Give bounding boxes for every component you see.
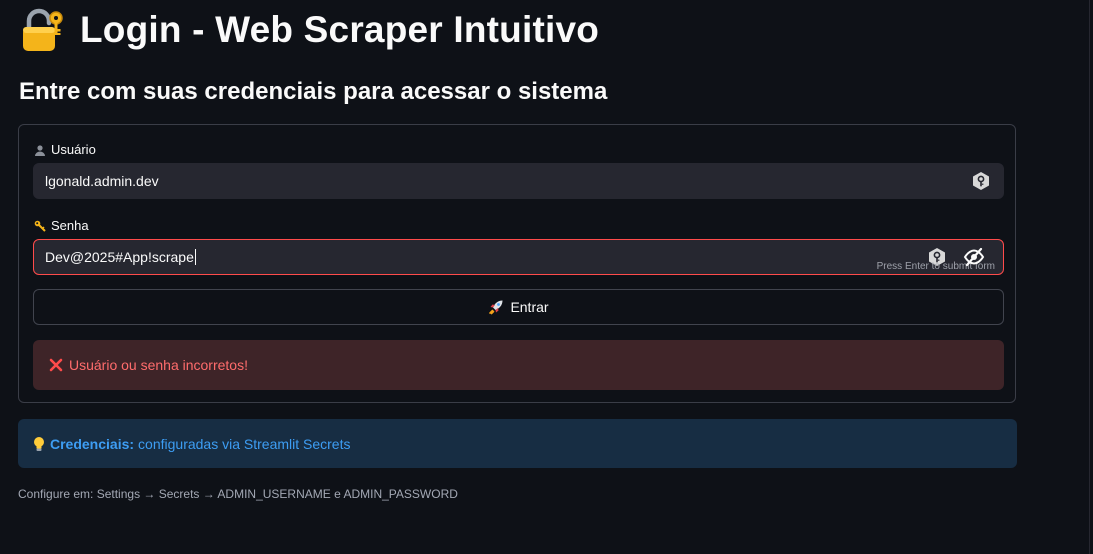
page-title: Login - Web Scraper Intuitivo	[80, 9, 600, 50]
password-value: Dev@2025#App!scrape	[45, 249, 196, 265]
scrollbar-divider	[1089, 0, 1090, 554]
info-alert: Credenciais: configuradas via Streamlit …	[18, 419, 1017, 468]
username-label: Usuário	[34, 142, 96, 157]
text-caret	[194, 249, 196, 265]
bust-in-silhouette-icon	[34, 144, 46, 156]
username-field[interactable]: lgonald.admin.dev	[33, 163, 1004, 199]
info-strong: Credenciais:	[50, 435, 135, 452]
login-page: Login - Web Scraper Intuitivo Entre com …	[0, 0, 1093, 554]
cross-mark-icon	[49, 358, 63, 372]
page-header: Login - Web Scraper Intuitivo	[20, 6, 599, 54]
password-text: Dev@2025#App!scrape	[45, 249, 194, 265]
rocket-icon	[488, 299, 504, 315]
key-icon	[34, 220, 46, 232]
password-field[interactable]: Dev@2025#App!scrape Press Enter to submi…	[33, 239, 1004, 275]
password-label-text: Senha	[51, 218, 89, 233]
error-message: Usuário ou senha incorretos!	[69, 357, 248, 373]
submit-button-label: Entrar	[510, 299, 549, 315]
password-label: Senha	[34, 218, 89, 233]
password-manager-key-icon[interactable]	[971, 171, 991, 191]
username-label-text: Usuário	[51, 142, 96, 157]
info-text: configuradas via Streamlit Secrets	[138, 435, 351, 452]
submit-button[interactable]: Entrar	[33, 289, 1004, 325]
page-subtitle: Entre com suas credenciais para acessar …	[19, 78, 608, 105]
config-caption: Configure em: Settings → Secrets → ADMIN…	[18, 487, 458, 501]
light-bulb-icon	[32, 436, 46, 452]
login-form: Usuário lgonald.admin.dev Senha Dev@2025…	[18, 124, 1016, 403]
lock-with-key-icon	[20, 7, 66, 53]
error-alert: Usuário ou senha incorretos!	[33, 340, 1004, 390]
eye-off-icon[interactable]	[963, 247, 985, 267]
username-value: lgonald.admin.dev	[45, 173, 159, 189]
